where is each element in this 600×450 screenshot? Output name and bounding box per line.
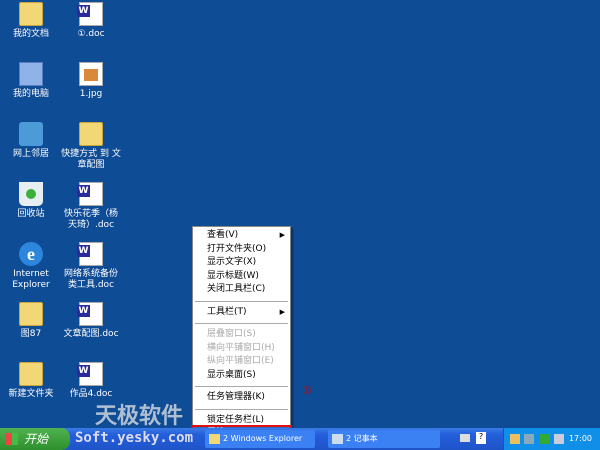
menu-item[interactable]: 关闭工具栏(C) xyxy=(193,283,290,297)
desktop-icon[interactable]: 作品4.doc xyxy=(60,362,122,400)
desktop-icon-label: 我的电脑 xyxy=(12,89,49,99)
submenu-arrow-icon: ▶ xyxy=(279,307,285,316)
watermark-logo: 天极软件 xyxy=(95,404,184,429)
menu-item-label: 工具栏(T) xyxy=(207,306,247,317)
windows-logo-icon xyxy=(6,433,18,445)
desktop-icon[interactable]: 文章配图.doc xyxy=(60,302,122,340)
menu-item-label: 层叠窗口(S) xyxy=(207,329,256,339)
taskbar-button-label: 2 记事本 xyxy=(346,434,378,443)
menu-item-label: 关闭工具栏(C) xyxy=(207,284,266,294)
tree-tray-icon[interactable] xyxy=(540,434,550,444)
menu-separator xyxy=(195,300,288,302)
desktop-icon[interactable]: 快乐花季（杨天琦）.doc xyxy=(60,182,122,231)
desktop-icon-label: 文章配图.doc xyxy=(63,329,119,339)
menu-item[interactable]: 任务管理器(K) xyxy=(193,391,290,405)
menu-item[interactable]: 显示桌面(S) xyxy=(193,369,290,383)
desktop-icon[interactable]: 我的电脑 xyxy=(0,62,62,100)
menu-item-label: 纵向平铺窗口(E) xyxy=(207,356,274,366)
menu-item: 纵向平铺窗口(E) xyxy=(193,355,290,369)
annotation-marker: ① xyxy=(302,384,312,397)
desktop-toolbar-icon[interactable] xyxy=(460,434,470,442)
device-tray-icon[interactable] xyxy=(554,434,564,444)
word-doc-icon xyxy=(77,242,103,266)
watermark-url: Soft.yesky.com xyxy=(75,430,194,446)
folder-icon xyxy=(19,302,43,326)
menu-separator xyxy=(195,386,288,387)
menu-separator xyxy=(195,323,288,324)
help-icon[interactable]: ? xyxy=(476,432,486,444)
desktop-icon-label: 我的文档 xyxy=(12,29,49,39)
desktop-icon-label: Internet Explorer xyxy=(12,269,50,290)
menu-item-label: 显示桌面(S) xyxy=(207,369,256,380)
notepad-icon xyxy=(332,434,343,444)
my-computer-icon xyxy=(19,62,43,86)
word-doc-icon xyxy=(77,182,103,206)
desktop-icon[interactable]: e Internet Explorer xyxy=(0,242,62,291)
image-file-icon xyxy=(79,62,103,86)
network-tray-icon[interactable] xyxy=(524,434,534,444)
desktop-icon[interactable]: 回收站 xyxy=(0,182,62,220)
desktop-icon-label: 网上邻居 xyxy=(12,149,49,159)
desktop-icon-label: 回收站 xyxy=(17,209,45,219)
menu-item-label: 横向平铺窗口(H) xyxy=(207,342,275,353)
menu-item[interactable]: 锁定任务栏(L) xyxy=(193,414,290,428)
desktop-icon[interactable]: 网上邻居 xyxy=(0,122,62,160)
menu-item-label: 锁定任务栏(L) xyxy=(207,414,265,425)
desktop-icon[interactable]: 图87 xyxy=(0,302,62,340)
menu-item: 横向平铺窗口(H) xyxy=(193,342,290,356)
desktop-icon-label: 图87 xyxy=(20,329,42,339)
taskbar-button-label: 2 Windows Explorer xyxy=(223,434,303,443)
system-tray: 17:00 xyxy=(503,428,600,450)
folder-shortcut-icon xyxy=(79,122,103,146)
word-doc-icon xyxy=(77,362,103,386)
desktop-icon-label: 网络系统备份类工具.doc xyxy=(63,269,118,290)
folder-icon xyxy=(209,434,220,444)
desktop-icon[interactable]: ①.doc xyxy=(60,2,122,40)
menu-item[interactable]: 打开文件夹(O) xyxy=(193,243,290,257)
taskbar-button-notepad[interactable]: 2 记事本 xyxy=(328,430,440,448)
menu-item-label: 查看(V) xyxy=(207,230,239,240)
desktop-icon-label: 快乐花季（杨天琦）.doc xyxy=(63,209,118,230)
taskbar-context-menu: 查看(V) ▶ 打开文件夹(O) 显示文字(X) 显示标题(W) 关闭工具栏(C) 工具栏(… xyxy=(191,226,292,443)
desktop-icon[interactable]: 1.jpg xyxy=(60,62,122,100)
menu-item-label: 任务管理器(K) xyxy=(207,392,265,402)
menu-item[interactable]: 工具栏(T) ▶ xyxy=(193,306,290,320)
network-icon xyxy=(19,122,43,146)
desktop: 我的文档 ①.doc 我的电脑 1.jpg 网上邻居 快捷方式 到 文章配图回收站 快乐花季… xyxy=(0,0,600,428)
menu-item-label: 打开文件夹(O) xyxy=(207,243,267,254)
desktop-icon-label: 1.jpg xyxy=(79,89,103,99)
desktop-icon-label: ①.doc xyxy=(77,29,105,39)
desktop-icon[interactable]: 网络系统备份类工具.doc xyxy=(60,242,122,291)
menu-item[interactable]: 查看(V) ▶ xyxy=(193,229,290,243)
menu-item-label: 显示文字(X) xyxy=(207,257,257,267)
my-documents-icon xyxy=(19,2,43,26)
start-button[interactable]: 开始 xyxy=(0,428,70,450)
menu-item: 层叠窗口(S) xyxy=(193,328,290,342)
desktop-icon[interactable]: 快捷方式 到 文章配图 xyxy=(60,122,122,171)
menu-item[interactable]: 显示标题(W) xyxy=(193,270,290,284)
clock[interactable]: 17:00 xyxy=(569,428,592,450)
menu-separator xyxy=(195,408,288,410)
submenu-arrow-icon: ▶ xyxy=(279,231,285,239)
recycle-bin-icon xyxy=(19,182,43,206)
desktop-icon[interactable]: 新建文件夹 xyxy=(0,362,62,400)
word-doc-icon xyxy=(77,302,103,326)
menu-item-label: 显示标题(W) xyxy=(207,270,259,281)
internet-explorer-icon: e xyxy=(19,242,43,266)
start-label: 开始 xyxy=(24,432,49,446)
desktop-icon-label: 新建文件夹 xyxy=(8,389,54,399)
word-doc-icon xyxy=(77,2,103,26)
menu-item[interactable]: 显示文字(X) xyxy=(193,256,290,270)
desktop-icon[interactable]: 我的文档 xyxy=(0,2,62,40)
lock-icon[interactable] xyxy=(510,434,520,444)
taskbar-button-explorer[interactable]: 2 Windows Explorer xyxy=(205,430,315,448)
folder-icon xyxy=(19,362,43,386)
desktop-icon-label: 快捷方式 到 文章配图 xyxy=(61,149,121,170)
